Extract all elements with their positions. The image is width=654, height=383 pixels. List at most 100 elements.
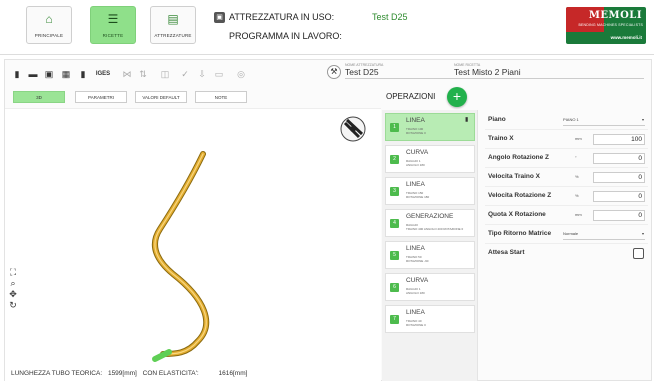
tab-note[interactable]: NOTE: [195, 91, 247, 103]
param-label: Quota X Rotazione: [488, 211, 546, 218]
fit-screen-icon[interactable]: ⛶: [8, 267, 18, 278]
param-tipo-ritorno-matrice: Tipo Ritorno Matrice Normale ▾: [485, 226, 648, 244]
operation-number: 6: [390, 283, 399, 292]
tooling-info-icon: ▣: [214, 12, 225, 23]
nav-ricette-label: RICETTE: [102, 33, 124, 38]
angolo-rotazione-z-input[interactable]: 0: [593, 153, 645, 164]
nav-principale-button[interactable]: ⌂ PRINCIPALE: [26, 6, 72, 44]
operation-item-6[interactable]: 6 CURVA RAGGIO 1 ANGOLO 180: [385, 273, 475, 301]
param-label: Velocita Traino X: [488, 173, 541, 180]
delete-operation-icon[interactable]: ▮: [465, 117, 471, 124]
operation-detail: RAGGIO 1 ANGOLO 180: [406, 159, 425, 167]
rotate-view-icon[interactable]: ↻: [8, 300, 18, 311]
param-angolo-rotazione-z: Angolo Rotazione Z ° 0: [485, 150, 648, 168]
tooling-in-use-label: ATTREZZATURA IN USO:: [229, 12, 335, 22]
open-folder-icon[interactable]: ▬: [27, 68, 39, 80]
3d-viewport[interactable]: ⛶ ⌕ ✥ ↻ LUNGHEZZA TUBO TEORICA: 1599[mm]…: [5, 108, 381, 381]
elastic-label: CON ELASTICITA':: [142, 370, 199, 377]
operation-number: 5: [390, 251, 399, 260]
document-icon[interactable]: ▭: [213, 68, 225, 80]
machine-head-icon: [340, 116, 366, 142]
recipe-editor: ▮ ▬ ▣ ▦ ▮ IGES ⋈ ⇅ ◫ ✓ ⇩ ▭ ◎ ⚒ NOME ATTR…: [4, 59, 652, 381]
param-attesa-start: Attesa Start: [485, 245, 648, 263]
piano-select-value: PIANO 1: [563, 117, 579, 122]
tooling-name-field[interactable]: NOME ATTREZZATURA Test D25: [345, 63, 455, 79]
operation-title: LINEA: [406, 309, 425, 316]
logo-url: www.memoli.it: [610, 35, 642, 40]
operation-item-3[interactable]: 3 LINEA TRAINO 150 ROTAZIONE 180: [385, 177, 475, 205]
nav-ricette-button[interactable]: ☰ RICETTE: [90, 6, 136, 44]
param-label: Attesa Start: [488, 249, 525, 256]
operation-title: LINEA: [406, 181, 425, 188]
iges-import-icon[interactable]: IGES: [95, 68, 111, 80]
delete-icon[interactable]: ▮: [77, 68, 89, 80]
recipe-name-field[interactable]: NOME RICETTA Test Misto 2 Piani: [454, 63, 644, 79]
param-label: Traino X: [488, 135, 514, 142]
traino-x-input[interactable]: 100: [593, 134, 645, 145]
tooling-in-use-value: Test D25: [372, 12, 408, 22]
zoom-icon[interactable]: ⌕: [8, 278, 18, 289]
tooling-name-value: Test D25: [345, 67, 455, 79]
param-unit: %: [575, 193, 579, 198]
operation-detail: TRAINO 150 ROTAZIONE 180: [406, 191, 430, 199]
nav-principale-label: PRINCIPALE: [34, 33, 64, 38]
toolbar: ▮ ▬ ▣ ▦ ▮ IGES ⋈ ⇅ ◫ ✓ ⇩ ▭ ◎: [11, 66, 316, 86]
save-as-icon[interactable]: ▦: [60, 68, 72, 80]
save-icon[interactable]: ▣: [43, 68, 55, 80]
home-icon: ⌂: [45, 12, 53, 26]
nav-attrezzature-label: ATTREZZATURE: [154, 33, 192, 38]
nav-attrezzature-button[interactable]: ▤ ATTREZZATURE: [150, 6, 196, 44]
chevron-down-icon: ▾: [641, 231, 644, 236]
recipe-icon: ☰: [107, 12, 119, 26]
operation-number: 3: [390, 187, 399, 196]
param-label: Velocita Rotazione Z: [488, 192, 552, 199]
operation-detail: RAGGIO 1 ANGOLO 180: [406, 287, 425, 295]
wrench-icon[interactable]: ⚒: [327, 65, 341, 79]
add-operation-button[interactable]: +: [447, 87, 467, 107]
tab-3d[interactable]: 3D: [13, 91, 65, 103]
piano-select[interactable]: PIANO 1 ▾: [563, 117, 645, 126]
operation-detail: TRAINO 50 ROTAZIONE -90: [406, 255, 429, 263]
velocita-rotazione-z-input[interactable]: 0: [593, 191, 645, 202]
top-bar: ⌂ PRINCIPALE ☰ RICETTE ▤ ATTREZZATURE ▣ …: [0, 0, 654, 55]
logo-name: MEMOLI: [588, 10, 642, 21]
param-velocita-rotazione-z: Velocita Rotazione Z % 0: [485, 188, 648, 206]
param-label: Tipo Ritorno Matrice: [488, 230, 552, 237]
operation-title: CURVA: [406, 149, 429, 156]
download-icon[interactable]: ⇩: [196, 68, 208, 80]
length-value: 1599[mm]: [107, 370, 137, 377]
operation-detail: TRAINO 40 ROTAZIONE 0: [406, 319, 426, 327]
new-file-icon[interactable]: ▮: [11, 68, 23, 80]
param-unit: mm: [575, 212, 582, 217]
quota-x-rotazione-input[interactable]: 0: [593, 210, 645, 221]
check-icon[interactable]: ✓: [179, 68, 191, 80]
pan-icon[interactable]: ✥: [8, 289, 18, 300]
chevron-down-icon: ▾: [641, 117, 644, 122]
param-label: Angolo Rotazione Z: [488, 154, 550, 161]
length-label: LUNGHEZZA TUBO TEORICA:: [11, 370, 103, 377]
sort-icon[interactable]: ⇅: [137, 68, 149, 80]
tube-shape: [151, 151, 210, 357]
operation-item-7[interactable]: 7 LINEA TRAINO 40 ROTAZIONE 0: [385, 305, 475, 333]
operation-item-4[interactable]: 4 GENERAZIONE RAGGIO TRAINO 400 ANGOLO 2…: [385, 209, 475, 237]
tab-valori-default[interactable]: VALORI DEFAULT: [135, 91, 187, 103]
operation-item-2[interactable]: 2 CURVA RAGGIO 1 ANGOLO 180: [385, 145, 475, 173]
operation-title: LINEA: [406, 117, 425, 124]
program-in-work-label: PROGRAMMA IN LAVORO:: [229, 31, 342, 41]
tube-length-status: LUNGHEZZA TUBO TEORICA: 1599[mm] CON ELA…: [11, 370, 251, 377]
mirror-icon[interactable]: ⋈: [121, 68, 133, 80]
operation-item-5[interactable]: 5 LINEA TRAINO 50 ROTAZIONE -90: [385, 241, 475, 269]
velocita-traino-x-input[interactable]: 0: [593, 172, 645, 183]
operation-item-1[interactable]: 1 LINEA TRAINO 100 ROTAZIONE 0 ▮: [385, 113, 475, 141]
cube-icon[interactable]: ◫: [159, 68, 171, 80]
attesa-start-checkbox[interactable]: [633, 248, 644, 259]
param-label: Piano: [488, 116, 506, 123]
operation-title: LINEA: [406, 245, 425, 252]
operation-detail: TRAINO 100 ROTAZIONE 0: [406, 127, 426, 135]
rotate-tube-icon[interactable]: ◎: [235, 68, 247, 80]
param-traino-x: Traino X mm 100: [485, 131, 648, 149]
tube-start-segment: [152, 349, 172, 362]
tipo-ritorno-select[interactable]: Normale ▾: [563, 231, 645, 240]
tab-parametri[interactable]: PARAMETRI: [75, 91, 127, 103]
view-tools: ⛶ ⌕ ✥ ↻: [8, 267, 18, 311]
